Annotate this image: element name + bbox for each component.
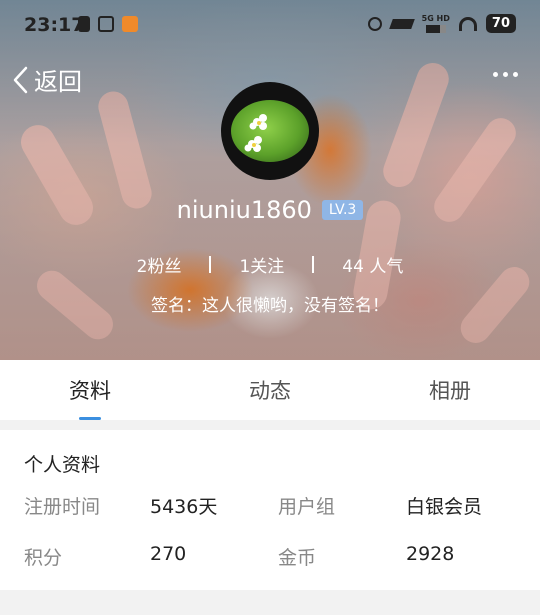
popularity-count: 44 人气 xyxy=(342,257,404,277)
heart-app-icon xyxy=(122,16,138,32)
tab-profile-info[interactable]: 资料 xyxy=(0,360,180,420)
user-group-label: 用户组 xyxy=(278,496,336,518)
tab-label: 相册 xyxy=(429,379,471,403)
user-name-row: niuniu1860 LV.3 xyxy=(0,196,540,224)
battery-indicator: 70 xyxy=(485,14,516,33)
points-value: 270 xyxy=(150,543,187,565)
bottom-spacer xyxy=(0,590,540,615)
more-options-icon[interactable] xyxy=(493,72,518,77)
alarm-icon xyxy=(367,16,382,31)
app-notification-icon xyxy=(98,16,114,32)
section-title: 个人资料 xyxy=(24,454,101,476)
status-system-icons: 5G HD 70 xyxy=(367,13,516,33)
register-time-value: 5436天 xyxy=(150,496,218,518)
flower-image xyxy=(244,114,267,152)
network-type-label: 5G HD xyxy=(421,13,450,23)
user-group-value: 白银会员 xyxy=(406,496,483,518)
tab-label: 动态 xyxy=(249,379,291,403)
back-button[interactable]: 返回 xyxy=(12,62,82,97)
active-tab-indicator xyxy=(79,417,101,420)
coins-label: 金币 xyxy=(278,547,317,569)
register-time-label: 注册时间 xyxy=(24,496,101,518)
chevron-left-icon xyxy=(13,66,28,93)
following-count[interactable]: 1关注 xyxy=(211,252,312,277)
back-button-label: 返回 xyxy=(34,68,82,96)
tiktok-icon xyxy=(78,16,90,32)
wifi-icon xyxy=(458,16,477,31)
level-badge: LV.3 xyxy=(321,200,364,220)
avatar[interactable] xyxy=(221,82,319,180)
fans-count[interactable]: 2粉丝 xyxy=(109,252,210,277)
status-bar: 23:17 5G HD 70 xyxy=(0,0,540,52)
tab-album[interactable]: 相册 xyxy=(360,360,540,420)
profile-info-card: 个人资料 注册时间 5436天 用户组 白银会员 积分 270 金币 2928 xyxy=(0,430,540,590)
username: niuniu1860 xyxy=(176,196,312,224)
signal-hd-icon xyxy=(388,18,415,29)
user-signature: 签名：这人很懒哟，没有签名！ xyxy=(151,296,389,316)
status-notification-icons xyxy=(78,16,138,32)
tab-activity[interactable]: 动态 xyxy=(180,360,360,420)
profile-tabs: 资料 动态 相册 xyxy=(0,360,540,420)
coins-value: 2928 xyxy=(406,543,455,565)
user-stats: 2粉丝 1关注 44 人气 xyxy=(0,252,540,277)
status-time: 23:17 xyxy=(24,14,85,36)
tab-label: 资料 xyxy=(69,379,111,403)
points-label: 积分 xyxy=(24,547,63,569)
cellular-signal-icon: 5G HD xyxy=(421,13,450,33)
